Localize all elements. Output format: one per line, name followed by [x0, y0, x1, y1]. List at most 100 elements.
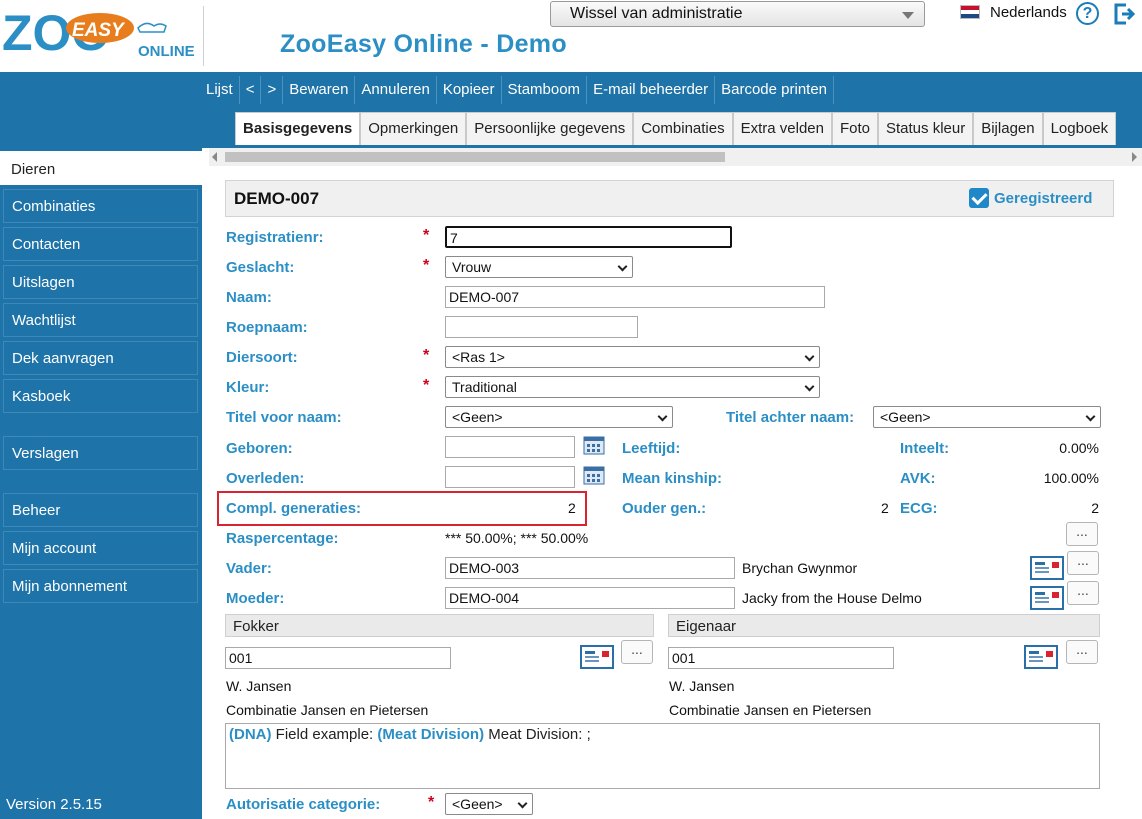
sidebar-item-uitslagen[interactable]: Uitslagen [3, 265, 198, 299]
tab-logboek[interactable]: Logboek [1042, 112, 1117, 145]
tab-extra-velden[interactable]: Extra velden [732, 112, 832, 145]
vader-more-button[interactable]: ... [1067, 551, 1099, 575]
overleden-label: Overleden: [226, 470, 305, 487]
sidebar-item-mijn-abonnement[interactable]: Mijn abonnement [3, 569, 198, 603]
notes-textarea[interactable]: (DNA) Field example: (Meat Division) Mea… [225, 723, 1100, 789]
contact-card-icon[interactable] [580, 645, 614, 669]
moeder-name: Jacky from the House Delmo [742, 590, 922, 606]
sidebar-item-wachtlijst[interactable]: Wachtlijst [3, 303, 198, 337]
contact-card-icon[interactable] [1024, 645, 1058, 669]
contact-card-icon[interactable] [1030, 586, 1064, 610]
toolbar-cancel-button[interactable]: Annuleren [355, 76, 437, 104]
version-label: Version 2.5.15 [6, 796, 102, 813]
zooeasy-logo[interactable]: ZOO EASY ONLINE [0, 0, 200, 72]
geboren-input[interactable] [445, 436, 575, 458]
registered-label: Geregistreerd [994, 190, 1093, 207]
chevron-down-icon [617, 261, 628, 272]
roepnaam-input[interactable] [445, 316, 638, 338]
naam-input[interactable]: DEMO-007 [445, 286, 825, 308]
admin-switch-select[interactable]: Wissel van administratie [550, 1, 925, 27]
autorisatie-label: Autorisatie categorie: [226, 796, 381, 813]
autorisatie-value: <Geen> [452, 796, 503, 812]
calendar-icon[interactable] [583, 435, 605, 455]
moeder-input[interactable]: DEMO-004 [445, 587, 735, 609]
eigenaar-more-button[interactable]: ... [1066, 640, 1098, 664]
toolbar-email-admin-button[interactable]: E-mail beheerder [587, 76, 716, 104]
vader-input[interactable]: DEMO-003 [445, 557, 735, 579]
vader-label: Vader: [226, 560, 272, 577]
overleden-input[interactable] [445, 466, 575, 488]
toolbar-print-barcode-button[interactable]: Barcode printen [715, 76, 835, 104]
titel-achter-value: <Geen> [880, 409, 931, 425]
tab-foto[interactable]: Foto [831, 112, 878, 145]
notes-tag-meat-division: (Meat Division) [377, 726, 485, 743]
logout-icon[interactable] [1112, 2, 1138, 26]
kleur-value: Traditional [452, 379, 517, 395]
header-divider [203, 6, 204, 66]
sidebar-item-kasboek[interactable]: Kasboek [3, 379, 198, 413]
geslacht-select[interactable]: Vrouw [445, 256, 633, 278]
autorisatie-select[interactable]: <Geen> [445, 793, 533, 815]
inteelt-label: Inteelt: [900, 440, 950, 457]
sidebar-item-beheer[interactable]: Beheer [3, 493, 198, 527]
sidebar-item-mijn-account[interactable]: Mijn account [3, 531, 198, 565]
moeder-label: Moeder: [226, 590, 285, 607]
sidebar-item-verslagen[interactable]: Verslagen [3, 436, 198, 470]
tab-status-kleur[interactable]: Status kleur [878, 112, 974, 145]
help-icon[interactable]: ? [1076, 2, 1099, 25]
tab-basisgegevens[interactable]: Basisgegevens [235, 112, 361, 145]
registratienr-input[interactable]: 7 [445, 226, 732, 248]
kleur-select[interactable]: Traditional [445, 376, 820, 398]
scrollbar-thumb[interactable] [225, 152, 725, 162]
compl-generaties-label: Compl. generaties: [226, 500, 362, 517]
titel-voor-label: Titel voor naam: [226, 409, 342, 426]
scroll-left-icon[interactable] [212, 152, 217, 162]
raspercentage-more-button[interactable]: ... [1066, 522, 1098, 546]
sidebar-item-dieren[interactable]: Dieren [0, 148, 202, 185]
eigenaar-input[interactable]: 001 [668, 647, 894, 669]
fokker-combination: Combinatie Jansen en Pietersen [226, 702, 429, 718]
language-selector[interactable]: Nederlands [990, 4, 1067, 21]
toolbar-previous-button[interactable]: < [240, 76, 262, 104]
tab-opmerkingen[interactable]: Opmerkingen [360, 112, 467, 145]
eigenaar-combination: Combinatie Jansen en Pietersen [669, 702, 872, 718]
netherlands-flag-icon[interactable] [960, 5, 980, 19]
fokker-input[interactable]: 001 [225, 647, 451, 669]
sidebar-item-dek-aanvragen[interactable]: Dek aanvragen [3, 341, 198, 375]
titel-voor-select[interactable]: <Geen> [445, 406, 673, 428]
sidebar-item-combinaties[interactable]: Combinaties [3, 189, 198, 223]
titel-achter-select[interactable]: <Geen> [873, 406, 1101, 428]
tab-bijlagen[interactable]: Bijlagen [973, 112, 1043, 145]
calendar-icon[interactable] [583, 465, 605, 485]
record-title: DEMO-007 [234, 189, 320, 208]
leeftijd-label: Leeftijd: [622, 440, 681, 457]
titel-voor-value: <Geen> [452, 409, 503, 425]
diersoort-value: <Ras 1> [452, 349, 505, 365]
ouder-gen-value: 2 [881, 500, 889, 516]
toolbar-pedigree-button[interactable]: Stamboom [502, 76, 588, 104]
required-marker: * [423, 347, 430, 364]
tab-persoonlijke-gegevens[interactable]: Persoonlijke gegevens [466, 112, 634, 145]
record-tabs: Basisgegevens Opmerkingen Persoonlijke g… [235, 112, 1117, 145]
notes-tag-dna: (DNA) [229, 726, 272, 743]
registered-checkbox[interactable] [969, 188, 989, 208]
ecg-label: ECG: [900, 500, 938, 517]
sidebar-item-contacten[interactable]: Contacten [3, 227, 198, 261]
fokker-more-button[interactable]: ... [621, 640, 653, 664]
toolbar-next-button[interactable]: > [261, 76, 284, 104]
logo-easy: EASY [72, 20, 126, 41]
contact-card-icon[interactable] [1030, 556, 1064, 580]
toolbar-copy-button[interactable]: Kopieer [437, 76, 502, 104]
toolbar-save-button[interactable]: Bewaren [283, 76, 356, 104]
moeder-more-button[interactable]: ... [1067, 581, 1099, 605]
tabs-scrollbar[interactable] [209, 148, 1142, 166]
diersoort-label: Diersoort: [226, 349, 298, 366]
tab-combinaties[interactable]: Combinaties [633, 112, 733, 145]
toolbar-list-button[interactable]: Lijst [200, 76, 240, 104]
chevron-down-icon [902, 12, 914, 19]
geboren-label: Geboren: [226, 440, 293, 457]
titel-achter-label: Titel achter naam: [726, 409, 855, 426]
ouder-gen-label: Ouder gen.: [622, 500, 707, 517]
diersoort-select[interactable]: <Ras 1> [445, 346, 820, 368]
scroll-right-icon[interactable] [1132, 152, 1137, 162]
